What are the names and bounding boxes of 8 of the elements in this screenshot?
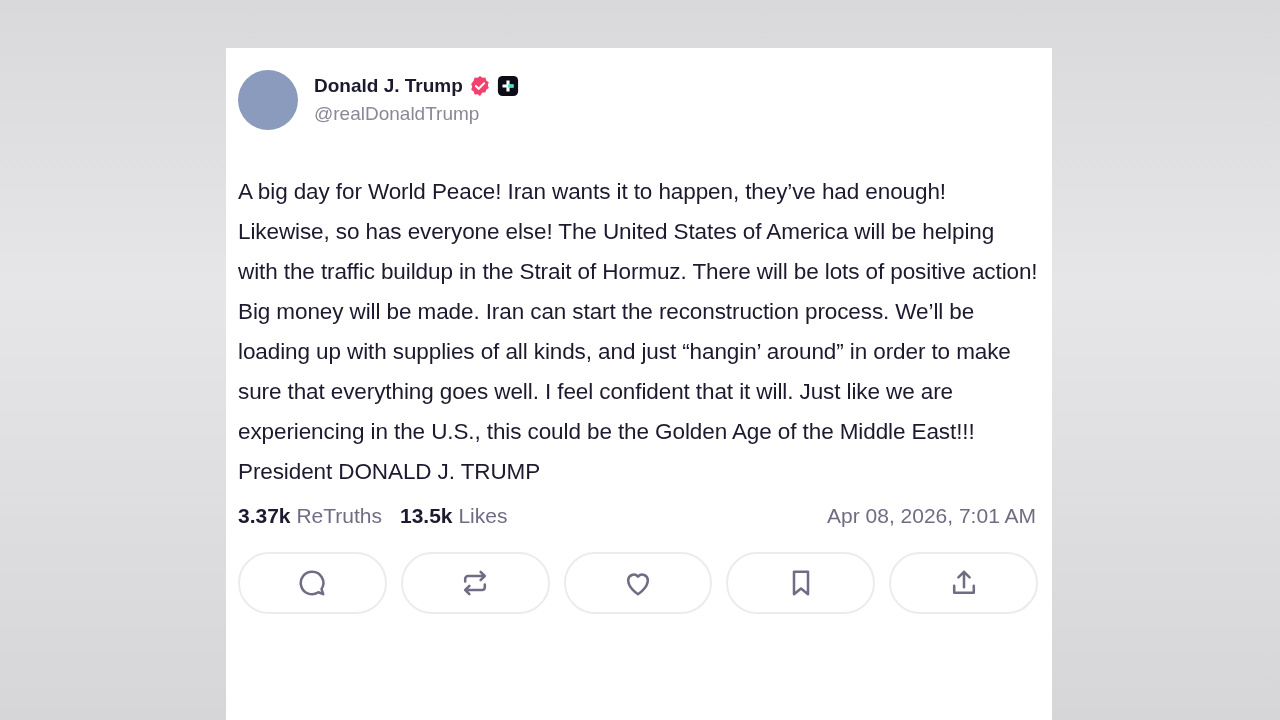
reply-bubble-icon (298, 569, 327, 597)
post-timestamp[interactable]: Apr 08, 2026, 7:01 AM (827, 504, 1038, 528)
post-text: A big day for World Peace! Iran wants it to happen, they’ve had enough! Likewise, so has everyone else! The United States of America will be helping with the traffic buildup in the Strait of Hormuz. There will be lots of positive action! Big money will be made. Iran can start the reconstruction process. We’ll be loading up with supplies of all kinds, and just “hangin’ around” in order to make sure that everything goes well. I feel confident that it will. Just like we are experiencing in the U.S., this could be the Golden Age of the Middle East!!! President DONALD J. TRUMP (238, 178, 1038, 486)
retruths-count[interactable]: 3.37k ReTruths (238, 504, 382, 528)
author-name[interactable]: Donald J. Trump (314, 75, 463, 97)
avatar[interactable] (238, 70, 298, 130)
likes-count[interactable]: 13.5k Likes (400, 504, 508, 528)
author-handle[interactable]: @realDonaldTrump (314, 103, 519, 125)
